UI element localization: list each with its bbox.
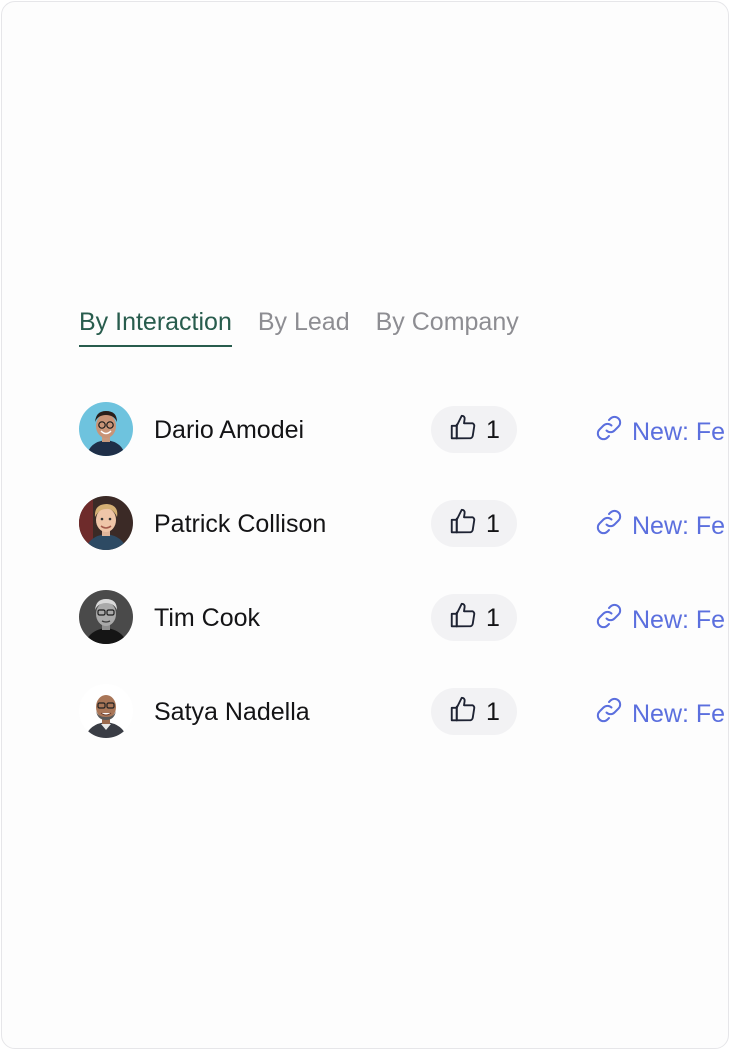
tab-bar: By Interaction By Lead By Company xyxy=(79,306,519,347)
link-icon xyxy=(594,507,624,545)
reaction-pill[interactable]: 1 xyxy=(431,500,517,547)
tab-by-lead[interactable]: By Lead xyxy=(258,306,350,347)
lead-name[interactable]: Dario Amodei xyxy=(154,414,304,446)
reaction-count: 1 xyxy=(486,697,500,726)
list-item: Dario Amodei 1 New: Fe xyxy=(79,402,728,496)
post-link-label: New: Fe xyxy=(632,512,726,540)
post-link[interactable]: New: Fe xyxy=(594,695,725,733)
avatar[interactable] xyxy=(79,496,133,550)
post-link[interactable]: New: Fe xyxy=(594,601,725,639)
avatar[interactable] xyxy=(79,684,133,738)
avatar[interactable] xyxy=(79,590,133,644)
list-item: Satya Nadella 1 New: Fe xyxy=(79,684,728,778)
reaction-pill[interactable]: 1 xyxy=(431,594,517,641)
post-link-label: New: Fe xyxy=(632,606,726,634)
post-link[interactable]: New: Fe xyxy=(594,507,725,545)
interaction-list: Dario Amodei 1 New: Fe Patrick Collison … xyxy=(79,402,728,778)
thumbs-up-icon xyxy=(448,600,478,635)
thumbs-up-icon xyxy=(448,694,478,729)
reaction-count: 1 xyxy=(486,603,500,632)
reaction-count: 1 xyxy=(486,509,500,538)
lead-name[interactable]: Satya Nadella xyxy=(154,696,310,728)
post-link-label: New: Fe xyxy=(632,418,726,446)
lead-name[interactable]: Patrick Collison xyxy=(154,508,326,540)
thumbs-up-icon xyxy=(448,412,478,447)
list-item: Patrick Collison 1 New: Fe xyxy=(79,496,728,590)
link-icon xyxy=(594,695,624,733)
post-link[interactable]: New: Fe xyxy=(594,413,725,451)
reaction-count: 1 xyxy=(486,415,500,444)
reaction-pill[interactable]: 1 xyxy=(431,406,517,453)
interactions-card: By Interaction By Lead By Company Dario … xyxy=(1,1,729,1049)
avatar[interactable] xyxy=(79,402,133,456)
list-item: Tim Cook 1 New: Fe xyxy=(79,590,728,684)
post-link-label: New: Fe xyxy=(632,700,726,728)
link-icon xyxy=(594,601,624,639)
tab-by-interaction[interactable]: By Interaction xyxy=(79,306,232,347)
lead-name[interactable]: Tim Cook xyxy=(154,602,260,634)
link-icon xyxy=(594,413,624,451)
tab-by-company[interactable]: By Company xyxy=(376,306,519,347)
thumbs-up-icon xyxy=(448,506,478,541)
reaction-pill[interactable]: 1 xyxy=(431,688,517,735)
